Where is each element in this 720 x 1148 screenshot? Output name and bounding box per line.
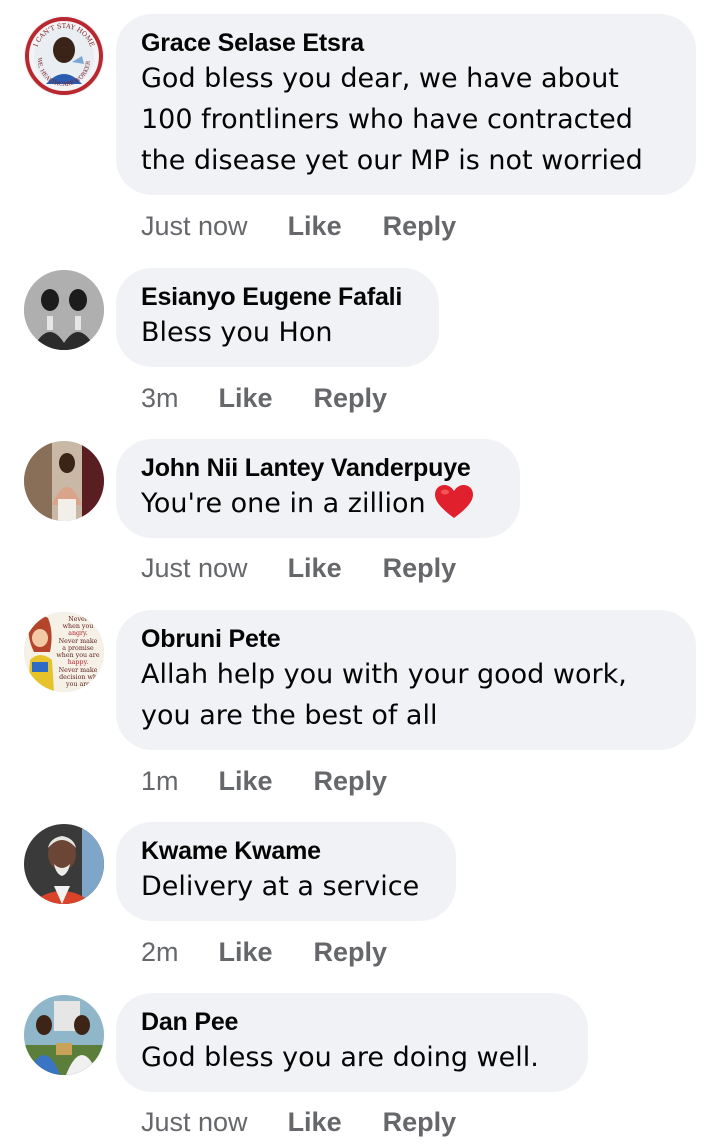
comment-author[interactable]: Esianyo Eugene Fafali xyxy=(141,282,409,312)
comment-author[interactable]: Grace Selase Etsra xyxy=(141,28,666,58)
comment-bubble: Obruni Pete Allah help you with your goo… xyxy=(116,610,696,750)
avatar-caption: you are xyxy=(65,681,90,688)
comment-bubble: Esianyo Eugene Fafali Bless you Hon xyxy=(116,268,439,367)
avatar-caption: Never make xyxy=(59,667,98,674)
comment-timestamp[interactable]: 3m xyxy=(141,382,179,414)
comment-actions: Just now Like Reply xyxy=(141,552,456,584)
reply-button[interactable]: Reply xyxy=(383,210,457,242)
avatar[interactable] xyxy=(24,441,104,521)
avatar-caption: when you are xyxy=(56,652,99,659)
comment-actions: 3m Like Reply xyxy=(141,382,387,414)
comment-actions: 1m Like Reply xyxy=(141,765,387,797)
avatar-caption: when you xyxy=(63,623,94,630)
avatar[interactable]: I CAN'T STAY HOME WE, HEALTHCARE WORKERS xyxy=(24,16,104,96)
comment-text: Delivery at a service xyxy=(141,871,420,902)
comment-bubble: Kwame Kwame Delivery at a service xyxy=(116,822,456,921)
heart-emoji-icon xyxy=(434,485,473,518)
comment-text: Bless you Hon xyxy=(141,317,333,348)
comment-bubble: Grace Selase Etsra God bless you dear, w… xyxy=(116,14,696,195)
avatar[interactable] xyxy=(24,995,104,1075)
avatar-caption: Never make xyxy=(59,638,98,645)
avatar-caption: decision wh xyxy=(59,674,97,681)
comment-timestamp[interactable]: Just now xyxy=(141,210,248,242)
reply-button[interactable]: Reply xyxy=(314,936,388,968)
comment-bubble: Dan Pee God bless you are doing well. xyxy=(116,993,588,1092)
like-button[interactable]: Like xyxy=(219,936,273,968)
comment-author[interactable]: Kwame Kwame xyxy=(141,836,426,866)
avatar[interactable]: Never when you angry. Never make a promi… xyxy=(24,612,104,692)
avatar[interactable] xyxy=(24,270,104,350)
comment-actions: Just now Like Reply xyxy=(141,210,456,242)
comment-text-content: You're one in a zillion xyxy=(141,488,426,519)
comment-timestamp[interactable]: Just now xyxy=(141,1106,248,1138)
comment-author[interactable]: Dan Pee xyxy=(141,1007,558,1037)
comment-text: Allah help you with your good work, you … xyxy=(141,659,627,731)
avatar-caption: angry. xyxy=(68,630,88,637)
comment-timestamp[interactable]: 1m xyxy=(141,765,179,797)
comment-author[interactable]: Obruni Pete xyxy=(141,624,666,654)
like-button[interactable]: Like xyxy=(288,210,342,242)
avatar-caption: happy. xyxy=(68,659,89,666)
comment-author[interactable]: John Nii Lantey Vanderpuye xyxy=(141,453,490,483)
like-button[interactable]: Like xyxy=(288,1106,342,1138)
reply-button[interactable]: Reply xyxy=(383,552,457,584)
avatar-caption: a promise xyxy=(62,645,94,652)
reply-button[interactable]: Reply xyxy=(314,382,388,414)
like-button[interactable]: Like xyxy=(219,382,273,414)
comment-actions: Just now Like Reply xyxy=(141,1106,456,1138)
avatar-caption: Never xyxy=(68,616,89,623)
avatar[interactable] xyxy=(24,824,104,904)
comment-timestamp[interactable]: Just now xyxy=(141,552,248,584)
comment-bubble: John Nii Lantey Vanderpuye You're one in… xyxy=(116,439,520,538)
reply-button[interactable]: Reply xyxy=(383,1106,457,1138)
like-button[interactable]: Like xyxy=(288,552,342,584)
comment-actions: 2m Like Reply xyxy=(141,936,387,968)
comment-text: God bless you dear, we have about 100 fr… xyxy=(141,63,643,176)
comment-timestamp[interactable]: 2m xyxy=(141,936,179,968)
comment-text: You're one in a zillion xyxy=(141,483,490,524)
comment-text: God bless you are doing well. xyxy=(141,1042,539,1073)
like-button[interactable]: Like xyxy=(219,765,273,797)
reply-button[interactable]: Reply xyxy=(314,765,388,797)
